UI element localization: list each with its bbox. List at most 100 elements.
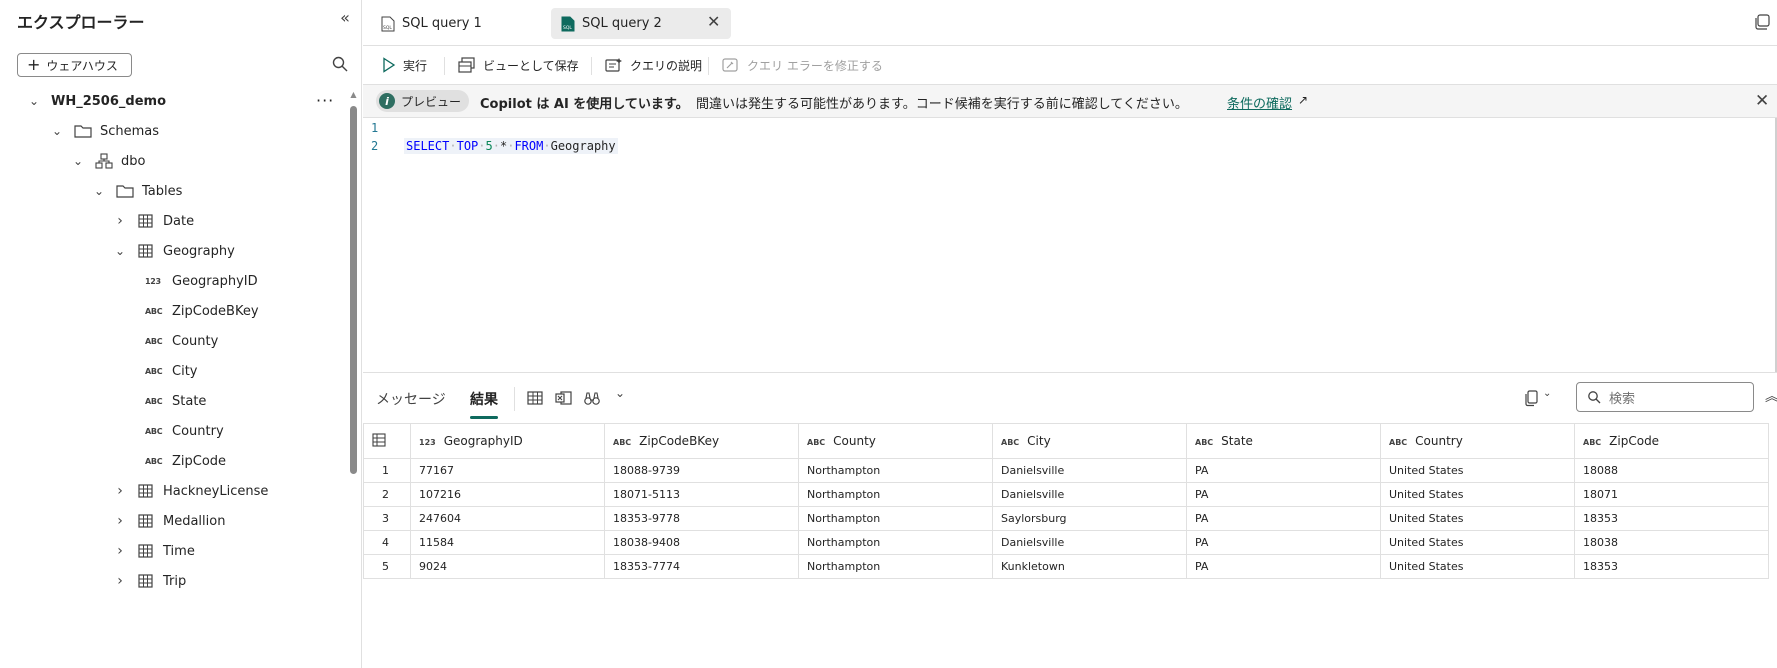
chevron-down-icon[interactable]: ⌄ xyxy=(113,244,127,258)
fix-query-errors-button[interactable]: クエリ エラーを修正する xyxy=(722,56,883,74)
table-cell[interactable]: Kunkletown xyxy=(992,554,1187,579)
table-cell[interactable]: Danielsville xyxy=(992,482,1187,507)
copy-icon[interactable] xyxy=(1523,389,1541,407)
table-cell[interactable]: 18071 xyxy=(1574,482,1769,507)
tab-messages[interactable]: メッセージ xyxy=(376,389,446,409)
table-cell[interactable]: Danielsville xyxy=(992,458,1187,483)
sql-code-line[interactable]: SELECT·TOP·5·*·FROM·Geography xyxy=(404,138,618,154)
tab-sql-query-1[interactable]: SQL SQL query 1 xyxy=(381,8,482,39)
table-row[interactable]: 3 247604 18353-9778 Northampton Saylorsburg P… xyxy=(363,506,1769,531)
table-cell[interactable]: Saylorsburg xyxy=(992,506,1187,531)
table-row[interactable]: 5 9024 18353-7774 Northampton Kunkletown PA Un… xyxy=(363,554,1769,579)
table-cell[interactable]: 18088-9739 xyxy=(604,458,799,483)
more-options-icon[interactable]: ··· xyxy=(316,91,334,110)
table-cell[interactable]: 107216 xyxy=(410,482,605,507)
table-cell[interactable]: Northampton xyxy=(798,458,993,483)
expand-results-icon[interactable]: ︽ xyxy=(1765,386,1777,406)
chevron-down-icon[interactable]: ⌄ xyxy=(1543,388,1561,406)
run-button[interactable]: 実行 xyxy=(382,56,427,74)
terms-link[interactable]: 条件の確認 xyxy=(1227,93,1292,112)
close-tab-icon[interactable]: ✕ xyxy=(707,12,720,31)
column-header[interactable]: ABC County xyxy=(798,423,993,459)
chevron-down-icon[interactable]: ⌄ xyxy=(71,154,85,168)
select-all-header[interactable] xyxy=(363,423,411,459)
tree-item-medallion[interactable]: › Medallion xyxy=(113,506,225,536)
row-number-cell[interactable]: 5 xyxy=(363,554,411,579)
chevron-down-icon[interactable]: ⌄ xyxy=(615,386,633,404)
close-banner-icon[interactable]: ✕ xyxy=(1755,91,1769,111)
table-cell[interactable]: United States xyxy=(1380,458,1575,483)
tree-item-country[interactable]: ABC Country xyxy=(145,416,224,446)
tree-item-time[interactable]: › Time xyxy=(113,536,195,566)
table-row[interactable]: 2 107216 18071-5113 Northampton Danielsville… xyxy=(363,482,1769,507)
column-header[interactable]: ABC ZipCodeBKey xyxy=(604,423,799,459)
table-cell[interactable]: United States xyxy=(1380,530,1575,555)
table-row[interactable]: 4 11584 18038-9408 Northampton Danielsville P… xyxy=(363,530,1769,555)
explain-query-button[interactable]: クエリの説明 xyxy=(605,56,702,74)
table-cell[interactable]: PA xyxy=(1186,482,1381,507)
chevron-down-icon[interactable]: ⌄ xyxy=(50,124,64,138)
table-cell[interactable]: 18088 xyxy=(1574,458,1769,483)
table-cell[interactable]: Northampton xyxy=(798,554,993,579)
chevron-down-icon[interactable]: ⌄ xyxy=(27,94,41,108)
table-cell[interactable]: United States xyxy=(1380,506,1575,531)
tree-item-state[interactable]: ABC State xyxy=(145,386,206,416)
excel-icon[interactable] xyxy=(555,389,573,407)
tree-item-date[interactable]: › Date xyxy=(113,206,194,236)
column-header[interactable]: ABC City xyxy=(992,423,1187,459)
table-cell[interactable]: Northampton xyxy=(798,506,993,531)
tree-item-geography[interactable]: ⌄ Geography xyxy=(113,236,235,266)
table-cell[interactable]: 18353 xyxy=(1574,554,1769,579)
tree-item-schemas[interactable]: ⌄ Schemas xyxy=(50,116,159,146)
tree-item-tables[interactable]: ⌄ Tables xyxy=(92,176,182,206)
tab-results[interactable]: 結果 xyxy=(470,389,498,409)
table-cell[interactable]: PA xyxy=(1186,506,1381,531)
tree-item-trip[interactable]: › Trip xyxy=(113,566,186,596)
tree-item-hackneylicense[interactable]: › HackneyLicense xyxy=(113,476,268,506)
tree-item-city[interactable]: ABC City xyxy=(145,356,197,386)
row-number-cell[interactable]: 2 xyxy=(363,482,411,507)
binoculars-icon[interactable] xyxy=(583,389,601,407)
copy-window-icon[interactable] xyxy=(1754,14,1770,30)
table-cell[interactable]: 18353-9778 xyxy=(604,506,799,531)
chevron-right-icon[interactable]: › xyxy=(113,483,127,499)
row-number-cell[interactable]: 4 xyxy=(363,530,411,555)
chevron-right-icon[interactable]: › xyxy=(113,573,127,589)
table-cell[interactable]: PA xyxy=(1186,530,1381,555)
collapse-sidebar-icon[interactable]: « xyxy=(336,9,354,27)
column-header[interactable]: ABC ZipCode xyxy=(1574,423,1769,459)
chevron-right-icon[interactable]: › xyxy=(113,213,127,229)
tree-item-dbo[interactable]: ⌄ dbo xyxy=(71,146,145,176)
table-cell[interactable]: 9024 xyxy=(410,554,605,579)
tree-item-zipcode[interactable]: ABC ZipCode xyxy=(145,446,226,476)
tab-sql-query-2[interactable]: SQL SQL query 2 ✕ xyxy=(551,8,731,39)
table-row[interactable]: 1 77167 18088-9739 Northampton Danielsville P… xyxy=(363,458,1769,483)
table-cell[interactable]: United States xyxy=(1380,482,1575,507)
chevron-down-icon[interactable]: ⌄ xyxy=(92,184,106,198)
table-view-icon[interactable] xyxy=(526,389,544,407)
table-cell[interactable]: PA xyxy=(1186,458,1381,483)
tree-item-zipcodebkey[interactable]: ABC ZipCodeBKey xyxy=(145,296,259,326)
tree-item-geographyid[interactable]: 123 GeographyID xyxy=(145,266,258,296)
table-cell[interactable]: 18038-9408 xyxy=(604,530,799,555)
table-cell[interactable]: Northampton xyxy=(798,482,993,507)
scroll-thumb[interactable] xyxy=(350,106,357,474)
results-search-input[interactable]: 検索 xyxy=(1576,382,1754,412)
table-cell[interactable]: 11584 xyxy=(410,530,605,555)
row-number-cell[interactable]: 1 xyxy=(363,458,411,483)
column-header[interactable]: 123 GeographyID xyxy=(410,423,605,459)
table-cell[interactable]: PA xyxy=(1186,554,1381,579)
table-cell[interactable]: United States xyxy=(1380,554,1575,579)
table-cell[interactable]: Northampton xyxy=(798,530,993,555)
chevron-right-icon[interactable]: › xyxy=(113,543,127,559)
table-cell[interactable]: 247604 xyxy=(410,506,605,531)
column-header[interactable]: ABC Country xyxy=(1380,423,1575,459)
sql-editor[interactable]: 1 2 SELECT·TOP·5·*·FROM·Geography xyxy=(363,118,1777,372)
table-cell[interactable]: 18038 xyxy=(1574,530,1769,555)
search-icon[interactable] xyxy=(331,55,349,73)
save-as-view-button[interactable]: ビューとして保存 xyxy=(458,56,579,74)
tree-item-wh-2506-demo[interactable]: ⌄ WH_2506_demo ··· xyxy=(27,86,333,116)
scroll-up-icon[interactable]: ▲ xyxy=(349,90,358,100)
add-warehouse-button[interactable]: + ウェアハウス xyxy=(17,53,132,77)
chevron-right-icon[interactable]: › xyxy=(113,513,127,529)
